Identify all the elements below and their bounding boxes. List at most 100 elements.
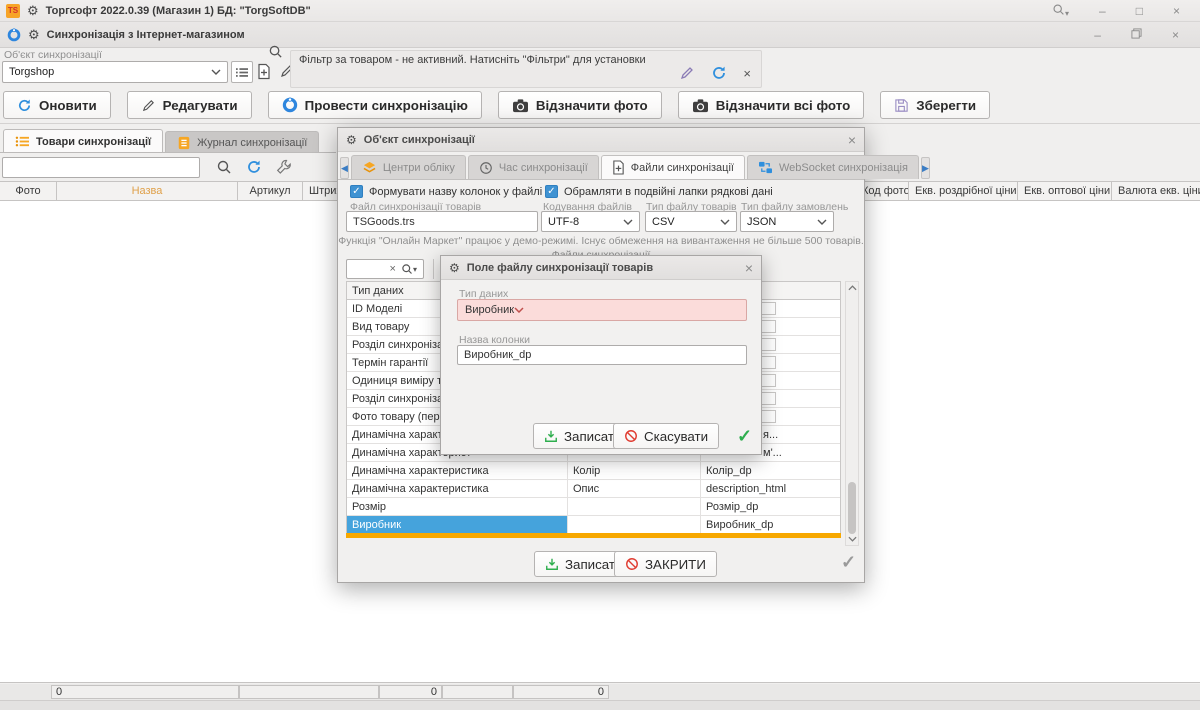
column-header-wholesale-price[interactable]: Екв. оптової ціни <box>1018 182 1112 200</box>
clear-search-icon[interactable]: × <box>390 263 396 275</box>
chevron-down-icon <box>720 219 730 225</box>
search-icon[interactable] <box>268 44 283 59</box>
camera-icon <box>692 98 709 113</box>
dialog-tab-files-label: Файли синхронізації <box>631 162 734 174</box>
edit-button[interactable]: Редагувати <box>127 91 252 119</box>
column-header-article[interactable]: Артикул <box>238 182 303 200</box>
column-header-currency[interactable]: Валюта екв. ціни <box>1112 182 1200 200</box>
minimize-button[interactable]: – <box>1099 5 1106 17</box>
checkbox-checked-icon: ✓ <box>350 185 363 198</box>
field-dialog-titlebar[interactable]: ⚙ Поле файлу синхронізації товарів × <box>441 256 761 280</box>
tabs-scroll-right-button[interactable]: ▶ <box>921 157 930 179</box>
window-title: Торгсофт 2022.0.39 (Магазин 1) БД: "Torg… <box>46 5 311 17</box>
toolbar-divider <box>0 123 1200 124</box>
layers-icon <box>362 161 377 174</box>
dialog-close-label: ЗАКРИТИ <box>645 557 706 572</box>
table-row[interactable]: РозмірРозмір_dp <box>347 498 840 516</box>
gear-icon: ⚙ <box>27 4 39 17</box>
filter-panel: Фільтр за товаром - не активний. Натисні… <box>290 50 762 88</box>
close-button[interactable]: × <box>1173 5 1180 17</box>
mark-all-photo-button[interactable]: Відзначити всі фото <box>678 91 865 119</box>
confirm-check-icon[interactable]: ✓ <box>841 552 856 573</box>
tabs-scroll-left-button[interactable]: ◀ <box>340 157 349 179</box>
column-header-name[interactable]: Назва <box>57 182 238 200</box>
dialog-tab-time[interactable]: Час синхронізації <box>468 155 599 179</box>
table-row-selected[interactable]: ВиробникВиробник_dp <box>347 516 840 534</box>
refresh-filter-button[interactable] <box>711 65 727 81</box>
field-cancel-button[interactable]: Скасувати <box>613 423 719 449</box>
checkbox-column-names[interactable]: ✓ Формувати назву колонок у файлі <box>350 185 542 198</box>
checkbox-column-names-label: Формувати назву колонок у файлі <box>369 186 542 198</box>
cell-box <box>760 338 776 351</box>
dialog-tab-centers-label: Центри обліку <box>383 162 455 174</box>
mark-all-photo-label: Відзначити всі фото <box>716 98 851 113</box>
cell-box <box>760 410 776 423</box>
orange-scroll-bar[interactable] <box>346 533 841 538</box>
column-name-input[interactable]: Виробник_dp <box>457 345 747 365</box>
maximize-button[interactable]: □ <box>1136 5 1143 17</box>
save-button[interactable]: Зберегти <box>880 91 990 119</box>
minimize-button[interactable]: – <box>1094 29 1101 41</box>
status-cell-count: 0 <box>51 685 239 699</box>
table-row[interactable]: Динамічна характеристикаОписdescription_… <box>347 480 840 498</box>
cancel-icon <box>625 557 639 571</box>
mark-photo-button[interactable]: Відзначити фото <box>498 91 662 119</box>
edit-filter-button[interactable] <box>679 65 695 81</box>
tab-journal-sync[interactable]: Журнал синхронізації <box>165 131 319 153</box>
close-button[interactable]: × <box>1172 29 1179 41</box>
dialog-titlebar[interactable]: ⚙ Об'єкт синхронізації × <box>338 128 864 152</box>
status-cell-empty <box>239 685 379 699</box>
scroll-down-icon[interactable] <box>846 533 858 545</box>
search-filter-icon[interactable]: ▾ <box>401 263 417 275</box>
dialog-tab-files[interactable]: Файли синхронізації <box>601 155 745 179</box>
dialog-close-icon[interactable]: × <box>848 133 856 147</box>
refresh-list-button[interactable] <box>246 159 262 175</box>
orders-file-type-select[interactable]: JSON <box>740 211 834 232</box>
titlebar-search-icon[interactable]: ▾ <box>1052 3 1069 18</box>
table-row[interactable]: Динамічна характеристикаКолірКолір_dp <box>347 462 840 480</box>
goods-file-type-select[interactable]: CSV <box>645 211 737 232</box>
add-object-button[interactable] <box>257 63 271 80</box>
field-dialog-close-icon[interactable]: × <box>745 261 753 275</box>
tabstrip-line <box>0 152 336 153</box>
scrollbar-thumb[interactable] <box>848 482 856 534</box>
vertical-scrollbar[interactable] <box>845 281 859 546</box>
tab-goods-sync[interactable]: Товари синхронізації <box>3 129 163 153</box>
column-header-photo[interactable]: Фото <box>0 182 57 200</box>
restore-button[interactable] <box>1131 28 1142 41</box>
column-header-retail-price[interactable]: Екв. роздрібної ціни <box>909 182 1018 200</box>
confirm-check-icon[interactable]: ✓ <box>737 426 752 447</box>
search-icon[interactable] <box>216 159 232 175</box>
status-cell-sum1: 0 <box>379 685 442 699</box>
sync-object-select[interactable]: Torgshop <box>2 61 228 83</box>
dialog-buttons: Записати ЗАКРИТИ <box>338 551 864 577</box>
sync-object-list-button[interactable] <box>231 61 253 83</box>
run-sync-label: Провести синхронізацію <box>305 98 468 113</box>
refresh-button[interactable]: Оновити <box>3 91 111 119</box>
status-bar: 0 0 0 <box>0 684 1200 701</box>
dialog-tab-websocket-label: WebSocket синхронізація <box>779 162 908 174</box>
settings-wrench-button[interactable] <box>276 159 292 175</box>
websocket-icon <box>758 161 773 174</box>
chevron-down-icon <box>817 219 827 225</box>
sync-window-titlebar: ⚙ Синхронізація з Інтернет-магазином – × <box>0 22 1200 48</box>
dialog-close-button[interactable]: ЗАКРИТИ <box>614 551 717 577</box>
scroll-up-icon[interactable] <box>846 282 858 294</box>
goods-file-input[interactable]: TSGoods.trs <box>346 211 538 232</box>
gear-icon: ⚙ <box>346 134 357 146</box>
main-titlebar: TS ⚙ Торгсофт 2022.0.39 (Магазин 1) БД: … <box>0 0 1200 22</box>
goods-search-input[interactable] <box>2 157 200 178</box>
dialog-tab-websocket[interactable]: WebSocket синхронізація <box>747 155 919 179</box>
encoding-select[interactable]: UTF-8 <box>541 211 640 232</box>
list-icon <box>236 67 248 78</box>
cell-box <box>760 302 776 315</box>
data-type-select[interactable]: Виробник <box>457 299 747 321</box>
run-sync-button[interactable]: Провести синхронізацію <box>268 91 482 119</box>
checkbox-quotes[interactable]: ✓ Обрамляти в подвійні лапки рядкові дан… <box>545 185 773 198</box>
main-tabstrip: Товари синхронізації Журнал синхронізаці… <box>3 129 319 153</box>
column-name-value: Виробник_dp <box>464 349 531 361</box>
dialog-tab-centers[interactable]: Центри обліку <box>351 155 466 179</box>
tab-goods-label: Товари синхронізації <box>36 136 151 148</box>
clear-filter-button[interactable]: × <box>743 66 751 81</box>
fields-search-input[interactable]: × ▾ <box>346 259 424 279</box>
